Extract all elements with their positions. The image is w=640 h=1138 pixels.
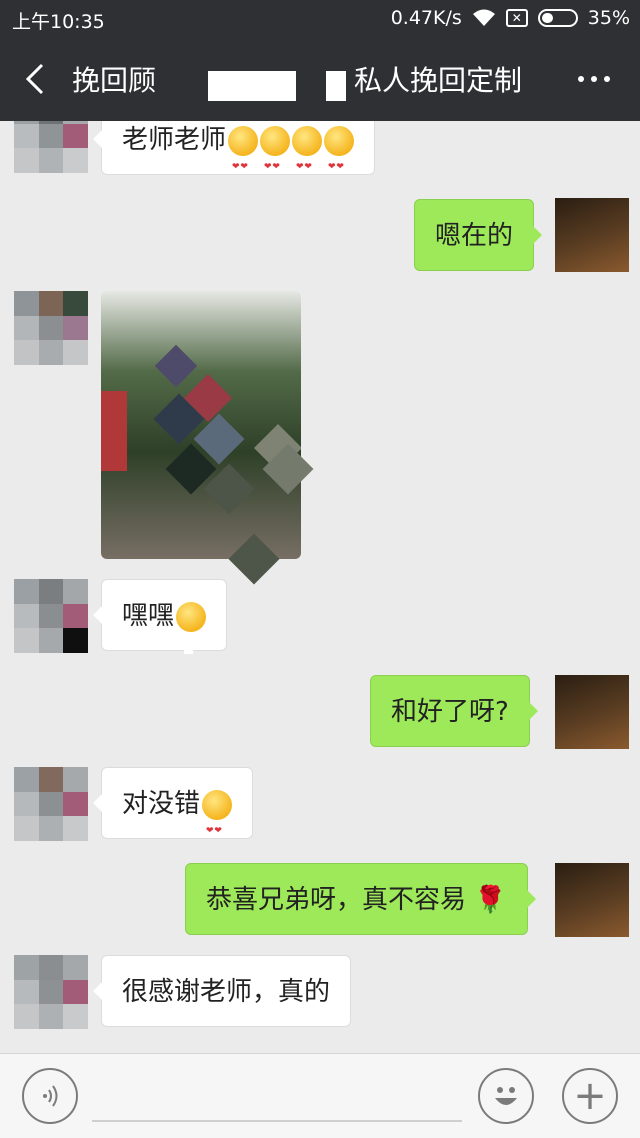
plus-icon[interactable]: +	[562, 1068, 618, 1124]
more-icon[interactable]	[578, 76, 610, 82]
wifi-icon	[472, 9, 495, 26]
heart-eyes-emoji-icon	[228, 125, 259, 203]
shared-photo[interactable]	[101, 291, 301, 559]
chat-title-left: 挽回顾	[72, 64, 157, 97]
heart-eyes-emoji-icon	[292, 125, 323, 203]
network-speed: 0.47K/s	[390, 7, 462, 29]
status-time: 上午10:35	[12, 11, 105, 33]
battery-percent: 35%	[587, 7, 630, 29]
own-message-bubble[interactable]: 和好了呀?	[370, 675, 538, 747]
own-avatar[interactable]	[555, 198, 629, 272]
rose-emoji-icon: 🌹	[474, 885, 507, 915]
chat-header: 挽回顾 私人挽回定制	[0, 36, 640, 121]
message-bubble[interactable]: 对没错	[92, 767, 254, 867]
back-arrow-icon[interactable]	[22, 62, 52, 96]
message-bubble[interactable]: 老师老师	[92, 121, 376, 203]
redacted-name-part	[326, 71, 346, 101]
own-message-bubble[interactable]: 嗯在的	[414, 199, 543, 271]
contact-avatar[interactable]	[14, 579, 88, 653]
heart-eyes-emoji-icon	[324, 125, 355, 203]
contact-avatar[interactable]	[14, 121, 88, 173]
heart-eyes-emoji-icon	[202, 789, 233, 867]
status-bar: 上午10:35 0.47K/s ✕ 35%	[0, 0, 640, 36]
own-avatar[interactable]	[555, 675, 629, 749]
chat-messages[interactable]: 老师老师 嗯在的 嘿嘿 和好了呀?	[0, 121, 640, 1053]
no-sim-icon: ✕	[505, 9, 528, 27]
battery-icon	[537, 9, 578, 27]
redacted-name	[208, 71, 296, 101]
message-bubble[interactable]: 嘿嘿	[92, 579, 228, 687]
own-message-bubble[interactable]: 恭喜兄弟呀，真不容易 🌹	[185, 863, 536, 935]
grin-emoji-icon	[176, 601, 207, 687]
voice-icon[interactable]	[22, 1068, 78, 1124]
emoji-face-icon[interactable]	[478, 1068, 534, 1124]
status-right: 0.47K/s ✕ 35%	[391, 7, 630, 29]
message-bubble[interactable]: 很感谢老师，真的	[92, 955, 352, 1027]
contact-avatar[interactable]	[14, 767, 88, 841]
contact-avatar[interactable]	[14, 955, 88, 1029]
message-input[interactable]	[92, 1120, 462, 1122]
input-bar: +	[0, 1053, 640, 1138]
own-avatar[interactable]	[555, 863, 629, 937]
chat-title-right: 私人挽回定制	[354, 64, 523, 97]
contact-avatar[interactable]	[14, 291, 88, 365]
heart-eyes-emoji-icon	[260, 125, 291, 203]
